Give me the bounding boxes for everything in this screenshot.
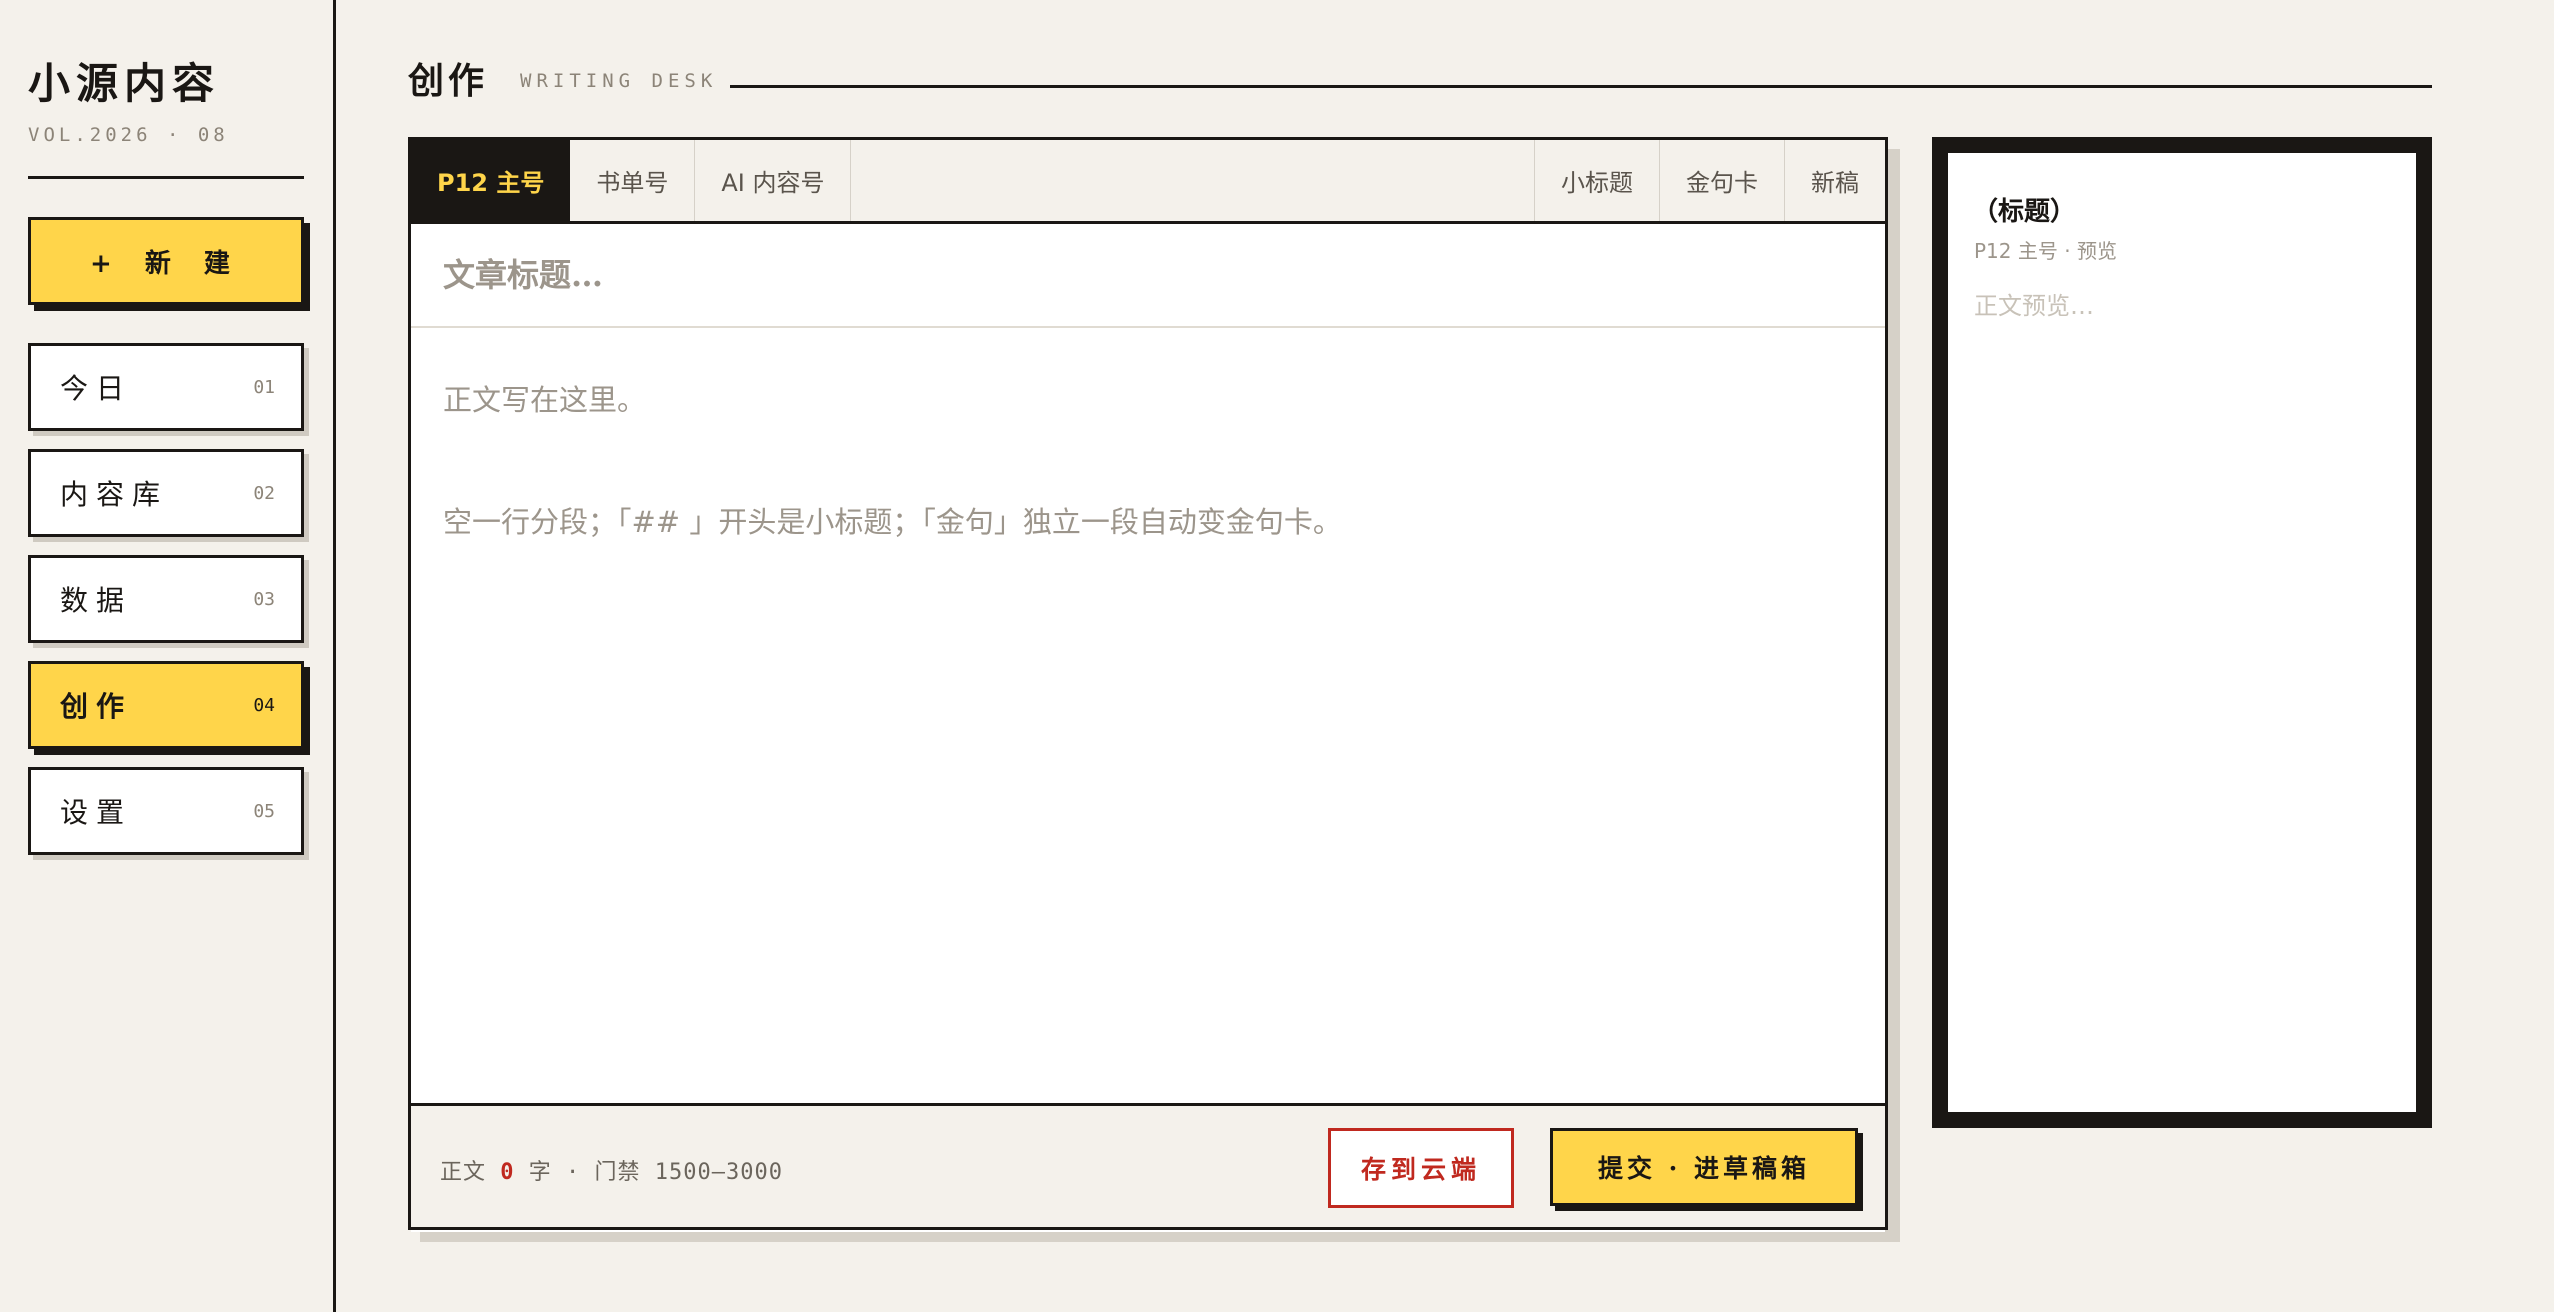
sidebar-item-number: 02: [253, 482, 275, 504]
page-title: 创作: [408, 60, 489, 102]
insert-quote-card-button[interactable]: 金句卡: [1660, 140, 1785, 221]
sidebar-item-number: 03: [253, 588, 275, 610]
sidebar-item-label: 设置: [60, 796, 133, 829]
editor-footer: 正文 0 字 · 门禁 1500—3000 存到云端 提交 · 进草稿箱: [408, 1103, 1888, 1230]
brand-title: 小源内容: [28, 59, 221, 108]
sidebar-item-number: 05: [253, 800, 275, 822]
new-button[interactable]: + 新 建: [28, 217, 304, 305]
sidebar-item-library[interactable]: 内容库 02: [28, 449, 304, 537]
insert-subheading-button[interactable]: 小标题: [1535, 140, 1660, 221]
word-count: 正文 0 字 · 门禁 1500—3000: [440, 1154, 783, 1186]
preview-title: （标题）: [1972, 197, 2077, 227]
header-divider: [730, 85, 2432, 88]
tab-ai-content[interactable]: AI 内容号: [695, 140, 852, 221]
sidebar-item-settings[interactable]: 设置 05: [28, 767, 304, 855]
sidebar-item-today[interactable]: 今日 01: [28, 343, 304, 431]
sidebar-item-number: 01: [253, 376, 275, 398]
sidebar-item-label: 数据: [60, 584, 133, 617]
word-count-prefix: 正文: [440, 1160, 487, 1185]
preview-body: 正文预览…: [1974, 292, 2094, 320]
brand-divider: [28, 176, 304, 179]
sidebar-item-data[interactable]: 数据 03: [28, 555, 304, 643]
sidebar-item-label: 内容库: [60, 478, 169, 511]
sidebar-item-label: 今日: [60, 372, 133, 405]
tab-p12-main[interactable]: P12 主号: [411, 140, 571, 221]
save-to-cloud-button[interactable]: 存到云端: [1328, 1128, 1514, 1208]
new-draft-button[interactable]: 新稿: [1785, 140, 1885, 221]
tab-booklist[interactable]: 书单号: [570, 140, 696, 221]
preview-panel: （标题） P12 主号 · 预览 正文预览…: [1932, 137, 2432, 1128]
volume-label: VOL.2026 · 08: [28, 124, 229, 146]
sidebar-item-create[interactable]: 创作 04: [28, 661, 304, 749]
word-count-suffix: 字 · 门禁 1500—3000: [528, 1160, 783, 1185]
editor-panel: P12 主号 书单号 AI 内容号 小标题 金句卡 新稿: [408, 137, 1888, 1232]
sidebar: 小源内容 VOL.2026 · 08 + 新 建 今日 01 内容库 02 数据…: [0, 0, 336, 1312]
article-body-textarea[interactable]: [411, 328, 1885, 1232]
submit-to-drafts-button[interactable]: 提交 · 进草稿箱: [1550, 1128, 1858, 1206]
word-count-value: 0: [500, 1160, 515, 1185]
page-subtitle: WRITING DESK: [520, 70, 718, 92]
tabbar-spacer: [851, 140, 1535, 221]
account-tabbar: P12 主号 书单号 AI 内容号 小标题 金句卡 新稿: [411, 140, 1885, 224]
sidebar-item-number: 04: [253, 694, 275, 716]
article-title-input[interactable]: [411, 224, 1885, 328]
sidebar-item-label: 创作: [60, 690, 133, 723]
preview-meta: P12 主号 · 预览: [1974, 239, 2117, 263]
